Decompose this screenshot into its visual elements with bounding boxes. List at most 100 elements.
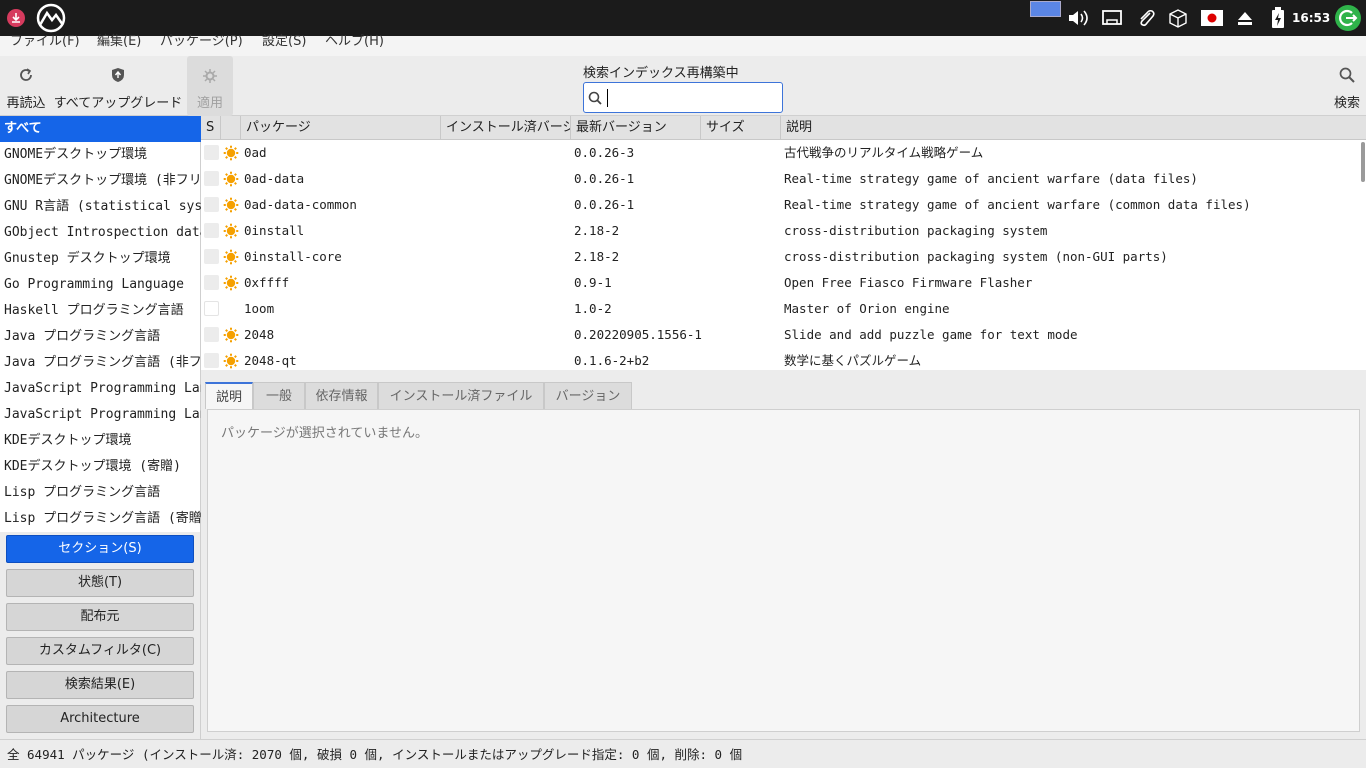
search-input[interactable] [606,87,776,109]
table-row[interactable]: 0ad-data 0.0.26-1 Real-time strategy game … [201,166,1361,192]
supported-sun-icon [223,145,239,161]
table-row[interactable]: 0install 2.18-2 cross-distribution packagi… [201,218,1361,244]
menu-settings[interactable]: 設定(S) [262,30,306,49]
menu-package[interactable]: パッケージ(P) [160,30,243,49]
section-item[interactable]: Java プログラミング言語 (非フリー) [0,350,201,376]
column-header-description[interactable]: 説明 [781,116,1366,140]
volume-icon[interactable] [1066,0,1090,36]
package-checkbox[interactable] [204,327,219,342]
table-row[interactable]: 0install-core 2.18-2 cross-distribution pa… [201,244,1361,270]
latest-version: 0.0.26-1 [574,197,635,212]
section-item[interactable]: GObject Introspection data [0,220,201,246]
package-description: 数学に基くパズルゲーム [784,353,922,368]
package-description: 古代戦争のリアルタイム戦略ゲーム [784,145,984,160]
section-item[interactable]: KDEデスクトップ環境 [0,428,201,454]
supported-sun-icon [223,223,239,239]
network-icon[interactable] [1100,0,1124,36]
supported-sun-icon [223,171,239,187]
section-item-all[interactable]: すべて [0,116,201,142]
vertical-scrollbar[interactable] [1361,140,1366,370]
sections-filter-button[interactable]: セクション(S) [6,535,194,563]
search-button[interactable]: 検索 [1328,56,1366,116]
section-item[interactable]: Lisp プログラミング言語 (寄贈) [0,506,201,532]
text-cursor [607,89,608,107]
package-box-icon[interactable] [1166,0,1190,36]
section-item[interactable]: JavaScript Programming Language [0,402,201,428]
section-item[interactable]: KDEデスクトップ環境 (寄贈) [0,454,201,480]
section-item[interactable]: GNOMEデスクトップ環境 (非フリー) [0,168,201,194]
search-results-filter-button[interactable]: 検索結果(E) [6,671,194,699]
section-item[interactable]: GNOMEデスクトップ環境 [0,142,201,168]
tab-installed-files[interactable]: インストール済ファイル [378,382,544,409]
scrollbar-thumb[interactable] [1361,142,1365,182]
table-row[interactable]: 1oom 1.0-2 Master of Orion engine [201,296,1361,322]
clock[interactable]: 16:53 [1292,0,1330,36]
table-row[interactable]: 0ad 0.0.26-3 古代戦争のリアルタイム戦略ゲーム [201,140,1361,166]
column-header-status[interactable]: S [201,116,221,140]
menu-help[interactable]: ヘルプ(H) [325,30,384,49]
column-header-size[interactable]: サイズ [701,116,781,140]
section-item[interactable]: Haskell プログラミング言語 [0,298,201,324]
section-item[interactable]: Lisp プログラミング言語 [0,480,201,506]
origin-filter-button[interactable]: 配布元 [6,603,194,631]
upgrade-all-button[interactable]: すべてアップグレード [52,56,184,116]
table-row[interactable]: 2048-qt 0.1.6-2+b2 数学に基くパズルゲーム [201,348,1361,370]
reload-button[interactable]: 再読込 [4,56,48,116]
tab-general[interactable]: 一般 [253,382,305,409]
column-header-support[interactable] [221,116,241,140]
package-checkbox[interactable] [204,249,219,264]
shield-icon [111,56,125,86]
latest-version: 2.18-2 [574,249,620,264]
package-checkbox[interactable] [204,353,219,368]
section-item[interactable]: Java プログラミング言語 [0,324,201,350]
custom-filter-button[interactable]: カスタムフィルタ(C) [6,637,194,665]
details-pane: 説明 一般 依存情報 インストール済ファイル バージョン パッケージが選択されて… [201,370,1366,739]
description-panel: パッケージが選択されていません。 [207,409,1360,732]
package-checkbox[interactable] [204,171,219,186]
status-filter-button[interactable]: 状態(T) [6,569,194,597]
workspace-indicator-icon[interactable] [1029,0,1061,36]
menu-edit[interactable]: 編集(E) [97,30,141,49]
section-item[interactable]: Gnustep デスクトップ環境 [0,246,201,272]
package-name: 0install-core [244,249,342,264]
supported-sun-icon [223,327,239,343]
section-item[interactable]: JavaScript Programming Language [0,376,201,402]
package-checkbox[interactable] [204,145,219,160]
apply-button[interactable]: 適用 [187,56,233,116]
search-field[interactable] [583,82,783,113]
filter-button-group: セクション(S) 状態(T) 配布元 カスタムフィルタ(C) 検索結果(E) A… [0,532,200,739]
table-row[interactable]: 2048 0.20220905.1556-1 Slide and add puzzl… [201,322,1361,348]
package-checkbox[interactable] [204,301,219,316]
table-header: S パッケージ インストール済バージョン 最新バージョン サイズ 説明 [201,116,1366,140]
search-button-label: 検索 [1333,96,1360,111]
logout-icon[interactable] [1333,0,1363,36]
package-checkbox[interactable] [204,223,219,238]
eject-icon[interactable] [1233,0,1257,36]
tab-description[interactable]: 説明 [205,382,253,409]
menu-file[interactable]: ファイル(F) [10,30,80,49]
sidebar: すべて GNOMEデスクトップ環境 GNOMEデスクトップ環境 (非フリー) G… [0,116,201,739]
architecture-filter-button[interactable]: Architecture [6,705,194,733]
column-header-package[interactable]: パッケージ [241,116,441,140]
search-title: 検索インデックス再構築中 [583,66,739,81]
latest-version: 2.18-2 [574,223,620,238]
japanese-flag-icon[interactable] [1200,0,1224,36]
paperclip-icon[interactable] [1134,0,1158,36]
package-table[interactable]: S パッケージ インストール済バージョン 最新バージョン サイズ 説明 0ad0… [201,116,1366,370]
table-row[interactable]: 0ad-data-common 0.0.26-1 Real-time strateg… [201,192,1361,218]
section-list[interactable]: すべて GNOMEデスクトップ環境 GNOMEデスクトップ環境 (非フリー) G… [0,116,201,532]
tab-dependencies[interactable]: 依存情報 [305,382,378,409]
section-item[interactable]: Go Programming Language [0,272,201,298]
column-header-latest-version[interactable]: 最新バージョン [571,116,701,140]
table-row[interactable]: 0xffff 0.9-1 Open Free Fiasco Firmware Fla… [201,270,1361,296]
package-checkbox[interactable] [204,197,219,212]
latest-version: 0.1.6-2+b2 [574,353,650,368]
battery-charging-icon[interactable] [1266,0,1290,36]
package-checkbox[interactable] [204,275,219,290]
tab-versions[interactable]: バージョン [544,382,632,409]
package-name: 0ad [244,145,267,160]
column-header-installed-version[interactable]: インストール済バージョン [441,116,571,140]
toolbar: 再読込 すべてアップグレード 適用 検索インデックス再構築中 検索 [0,56,1366,116]
section-item[interactable]: GNU R言語 (statistical system) [0,194,201,220]
reload-icon [18,56,34,86]
